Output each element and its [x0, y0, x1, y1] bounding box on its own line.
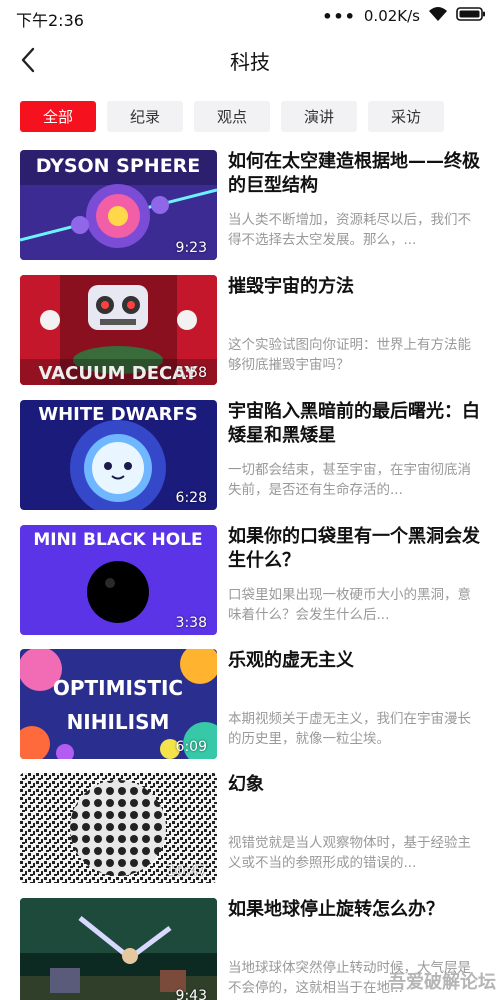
- thumbnail-text: DYSON SPHERE: [36, 155, 201, 177]
- video-item[interactable]: DYSON SPHERE 9:23 如何在太空建造根据地——终极的巨型结构 当人…: [20, 150, 480, 260]
- video-description: 口袋里如果出现一枚硬币大小的黑洞，意味着什么？会发生什么后...: [228, 587, 471, 623]
- tab-opinion[interactable]: 观点: [194, 101, 270, 132]
- video-duration: 10:47: [166, 863, 207, 879]
- thumbnail-text: NIHILISM: [67, 710, 170, 734]
- video-item[interactable]: VACUUM DECAY 5:58 摧毁宇宙的方法 这个实验试图向你证明：世界上…: [20, 275, 480, 385]
- video-thumbnail: MINI BLACK HOLE 3:38: [20, 525, 217, 635]
- thumbnail-text: VACUUM DECAY: [39, 363, 199, 384]
- status-time: 下午2:36: [16, 11, 84, 30]
- page-title: 科技: [230, 50, 270, 74]
- more-dots-icon: •••: [322, 6, 356, 26]
- video-duration: 9:43: [175, 988, 207, 1000]
- video-item[interactable]: MINI BLACK HOLE 3:38 如果你的口袋里有一个黑洞会发生什么？ …: [20, 525, 480, 635]
- battery-icon: [456, 6, 486, 26]
- video-description: 这个实验试图向你证明：世界上有方法能够彻底摧毁宇宙吗？: [228, 337, 471, 373]
- thumbnail-text: OPTIMISTIC: [53, 676, 183, 700]
- video-item[interactable]: WHITE DWARFS 6:28 宇宙陷入黑暗前的最后曙光：白矮星和黑矮星 一…: [20, 400, 480, 510]
- video-duration: 9:23: [175, 240, 207, 256]
- video-thumbnail: DYSON SPHERE 9:23: [20, 150, 217, 260]
- video-title: 幻象: [228, 774, 264, 795]
- video-item[interactable]: 10:47 幻象 视错觉就是当人观察物体时，基于经验主义或不当的参照形成的错误的…: [20, 773, 480, 883]
- tab-speech[interactable]: 演讲: [281, 101, 357, 132]
- network-speed: 0.02K/s: [363, 7, 420, 25]
- video-description: 本期视频关于虚无主义，我们在宇宙漫长的历史里，就像一粒尘埃。: [228, 711, 471, 747]
- video-title: 如果地球停止旋转怎么办？: [228, 899, 444, 920]
- video-title: 如果你的口袋里有一个黑洞会发生什么？: [228, 526, 480, 571]
- navigation-bar: 科技: [0, 38, 500, 82]
- status-icons: ••• 0.02K/s: [322, 6, 486, 26]
- video-duration: 6:09: [175, 739, 207, 755]
- video-title: 摧毁宇宙的方法: [228, 276, 354, 297]
- video-item[interactable]: OPTIMISTIC NIHILISM 6:09 乐观的虚无主义 本期视频关于虚…: [20, 649, 480, 759]
- video-description: 当人类不断增加，资源耗尽以后，我们不得不选择去太空发展。那么，...: [228, 212, 471, 248]
- video-thumbnail: 9:43: [20, 898, 217, 1000]
- video-title: 乐观的虚无主义: [228, 650, 354, 671]
- tab-documentary[interactable]: 纪录: [107, 101, 183, 132]
- category-tabs: 全部 纪录 观点 演讲 采访: [20, 101, 444, 132]
- thumbnail-text: WHITE DWARFS: [38, 404, 198, 425]
- video-duration: 3:38: [175, 615, 207, 631]
- video-thumbnail: OPTIMISTIC NIHILISM 6:09: [20, 649, 217, 759]
- tab-all[interactable]: 全部: [20, 101, 96, 132]
- video-duration: 5:58: [175, 365, 207, 381]
- video-title: 宇宙陷入黑暗前的最后曙光：白矮星和黑矮星: [228, 401, 480, 446]
- watermark: 吾爱破解论坛: [388, 972, 496, 993]
- wifi-icon: [428, 6, 448, 26]
- video-title: 如何在太空建造根据地——终极的巨型结构: [228, 151, 480, 196]
- thumbnail-text: MINI BLACK HOLE: [33, 530, 202, 550]
- video-thumbnail: WHITE DWARFS 6:28: [20, 400, 217, 510]
- video-thumbnail: 10:47: [20, 773, 217, 883]
- video-description: 一切都会结束，甚至宇宙，在宇宙彻底消失前，是否还有生命存活的...: [228, 462, 471, 498]
- video-duration: 6:28: [175, 490, 207, 506]
- tab-interview[interactable]: 采访: [368, 101, 444, 132]
- video-description: 视错觉就是当人观察物体时，基于经验主义或不当的参照形成的错误的...: [228, 835, 471, 871]
- status-bar: 下午2:36 ••• 0.02K/s: [0, 0, 500, 32]
- video-thumbnail: VACUUM DECAY 5:58: [20, 275, 217, 385]
